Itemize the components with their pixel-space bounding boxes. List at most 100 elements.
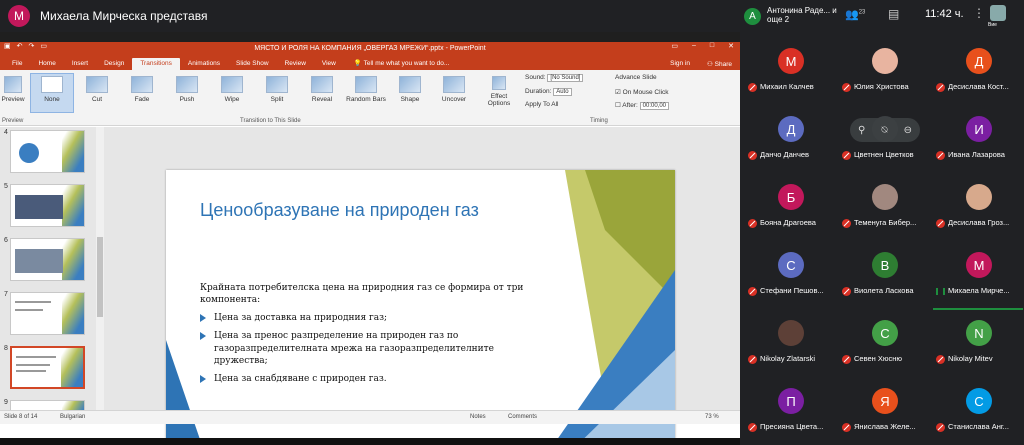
participant-tile[interactable]: В Виолета Ласкова xyxy=(839,244,929,310)
self-label: Вие xyxy=(988,22,997,28)
slide-canvas[interactable]: Ценообразуване на природен газ Крайната … xyxy=(166,170,675,438)
checkbox-checked-icon: ☑ xyxy=(615,89,623,96)
transition-random-bars[interactable]: Random Bars xyxy=(346,76,386,103)
participant-tile[interactable]: Д Данчо Данчев xyxy=(745,108,835,174)
participant-name-row: Стефани Пешов... xyxy=(748,286,834,296)
transition-uncover[interactable]: Uncover xyxy=(438,76,470,103)
tab-home[interactable]: Home xyxy=(30,58,63,70)
transition-fade[interactable]: Fade xyxy=(126,76,158,103)
ribbon-display-icon[interactable]: ▭ xyxy=(671,42,678,50)
participant-tile[interactable]: Я Янислава Желе... xyxy=(839,380,929,445)
transition-reveal-label: Reveal xyxy=(311,96,333,103)
participant-tile[interactable]: Теменуга Бибер... xyxy=(839,176,929,242)
participant-name: Nikolay Zlatarski xyxy=(760,354,816,363)
pin-icon[interactable]: ⚲ xyxy=(858,125,865,136)
participant-name: Nikolay Mitev xyxy=(948,354,993,363)
tab-animations[interactable]: Animations xyxy=(180,58,228,70)
participant-avatar: С xyxy=(778,252,804,278)
save-icon[interactable]: ▣ xyxy=(4,42,11,50)
effect-options-button[interactable]: Effect Options xyxy=(484,76,514,107)
tab-transitions[interactable]: Transitions xyxy=(132,58,180,70)
participant-tile[interactable]: М Михаела Мирче... xyxy=(933,244,1023,310)
slide-thumb-8[interactable] xyxy=(10,346,85,389)
share-label: Share xyxy=(714,61,732,68)
close-icon[interactable]: ✕ xyxy=(728,42,734,50)
after-checkbox[interactable]: ☐ After: 00:00,00 xyxy=(615,101,669,110)
participant-tile[interactable]: П Пресияна Цвета... xyxy=(745,380,835,445)
slide-counter: Slide 8 of 14 xyxy=(4,414,38,420)
language-status[interactable]: Bulgarian xyxy=(60,414,85,420)
tab-review[interactable]: Review xyxy=(277,58,314,70)
participant-tile[interactable]: Десислава Гроз... xyxy=(933,176,1023,242)
transition-push[interactable]: Push xyxy=(171,76,203,103)
participant-tile[interactable]: И Ивана Лазарова xyxy=(933,108,1023,174)
undo-icon[interactable]: ↶ xyxy=(17,42,23,50)
fade-icon xyxy=(131,76,153,93)
sign-in-link[interactable]: Sign in xyxy=(670,60,690,67)
after-input[interactable]: 00:00,00 xyxy=(639,102,669,110)
transition-none[interactable]: None xyxy=(36,76,68,103)
participant-tile[interactable]: Nikolay Zlatarski xyxy=(745,312,835,378)
lightbulb-icon: 💡 xyxy=(353,60,364,67)
preview-label: Preview xyxy=(1,96,25,103)
slide-thumb-5[interactable] xyxy=(10,184,85,227)
slide-thumb-6[interactable] xyxy=(10,238,85,281)
transition-split[interactable]: Split xyxy=(261,76,293,103)
start-slideshow-icon[interactable]: ▭ xyxy=(40,42,47,50)
maximize-icon[interactable]: □ xyxy=(710,42,714,50)
tell-me-search[interactable]: 💡 Tell me what you want to do... xyxy=(344,57,459,70)
participant-tile[interactable]: С Станислава Анг... xyxy=(933,380,1023,445)
more-options-icon[interactable]: ⋮ xyxy=(973,6,985,20)
tab-view[interactable]: View xyxy=(314,58,344,70)
scrollbar-thumb[interactable] xyxy=(97,237,103,317)
participant-tile[interactable]: Б Бояна Драгоева xyxy=(745,176,835,242)
meet-window: M Михаела Мирческа представя ▣ ↶ ↷ ▭ МЯС… xyxy=(0,0,1024,445)
share-button[interactable]: ⚇ Share xyxy=(707,60,732,68)
transition-split-label: Split xyxy=(270,96,284,103)
notes-button[interactable]: Notes xyxy=(470,414,486,420)
participant-tile[interactable]: Д Десислава Кост... xyxy=(933,40,1023,106)
duration-row: Duration: Auto xyxy=(525,88,572,96)
slide-bullet: Цена за доставка на природния газ; xyxy=(200,312,540,324)
participant-tile[interactable]: N Nikolay Mitev xyxy=(933,312,1023,378)
transition-wipe[interactable]: Wipe xyxy=(216,76,248,103)
comments-button[interactable]: Comments xyxy=(508,414,537,420)
participant-name: Виолета Ласкова xyxy=(854,286,914,295)
sound-dropdown[interactable]: [No Sound] xyxy=(547,74,584,82)
participant-avatar: С xyxy=(872,320,898,346)
participant-tile[interactable]: М Михаил Калчев xyxy=(745,40,835,106)
tab-design[interactable]: Design xyxy=(96,58,132,70)
tab-slide-show[interactable]: Slide Show xyxy=(228,58,277,70)
transition-cut[interactable]: Cut xyxy=(81,76,113,103)
zoom-level[interactable]: 73 % xyxy=(705,414,719,420)
minimize-icon[interactable]: – xyxy=(692,42,696,50)
participant-tile[interactable]: Юлия Христова xyxy=(839,40,929,106)
thumbnail-scrollbar[interactable] xyxy=(96,127,104,424)
mute-icon[interactable]: ⍉ xyxy=(881,125,887,136)
chat-icon[interactable]: ▤ xyxy=(888,7,899,21)
participant-name-row: Бояна Драгоева xyxy=(748,218,834,228)
thumb-line xyxy=(16,370,46,372)
apply-all-button[interactable]: Apply To All xyxy=(525,101,558,108)
participant-name: Стефани Пешов... xyxy=(760,286,824,295)
people-icon[interactable]: 👥23 xyxy=(845,8,865,21)
participant-name-row: Михаела Мирче... xyxy=(936,286,1022,295)
transition-push-label: Push xyxy=(179,96,195,103)
on-click-checkbox[interactable]: ☑ On Mouse Click xyxy=(615,88,669,96)
duration-input[interactable]: Auto xyxy=(553,88,572,96)
preview-button[interactable]: Preview xyxy=(0,76,26,103)
slide-thumb-4[interactable] xyxy=(10,130,85,173)
slide-thumb-7[interactable] xyxy=(10,292,85,335)
participant-avatar xyxy=(872,184,898,210)
transition-reveal[interactable]: Reveal xyxy=(306,76,338,103)
remove-icon[interactable]: ⊖ xyxy=(904,125,912,136)
redo-icon[interactable]: ↷ xyxy=(29,42,35,50)
participant-tile[interactable]: С Севен Хюсню xyxy=(839,312,929,378)
participant-avatar: Д xyxy=(966,48,992,74)
tab-insert[interactable]: Insert xyxy=(64,58,96,70)
tab-file[interactable]: File xyxy=(4,58,30,70)
mic-muted-icon xyxy=(748,422,757,432)
participant-tile[interactable]: С Стефани Пешов... xyxy=(745,244,835,310)
transition-shape[interactable]: Shape xyxy=(394,76,426,103)
self-video-thumb[interactable] xyxy=(990,5,1006,21)
